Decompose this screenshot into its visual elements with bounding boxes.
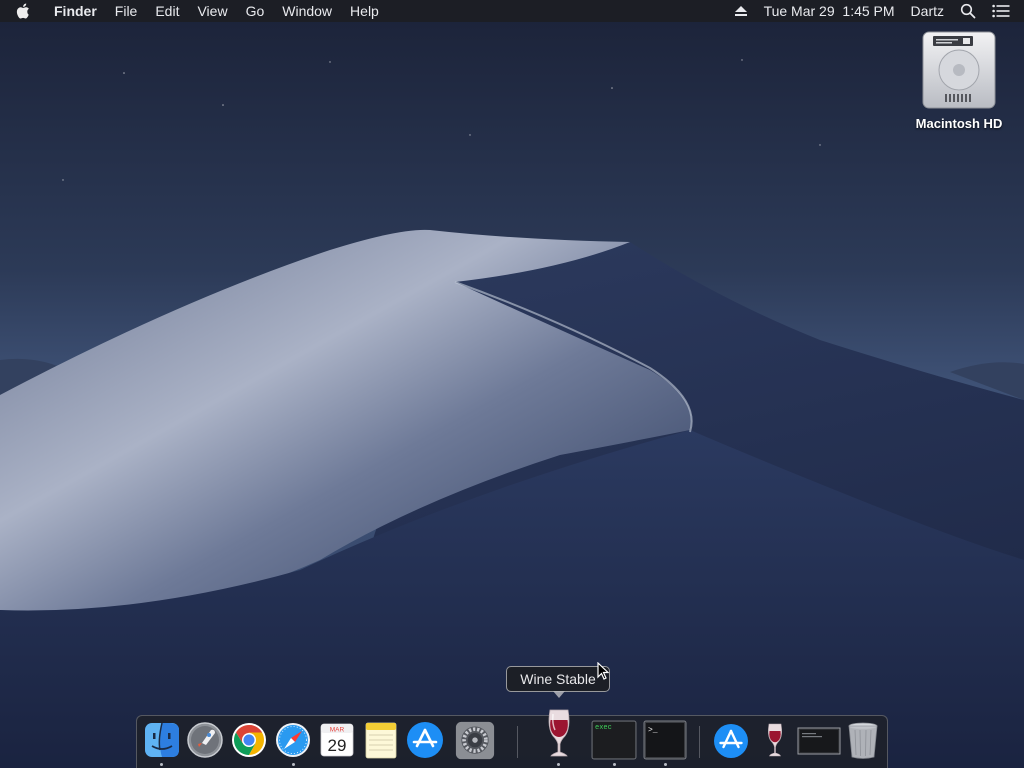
calendar-month: MAR	[330, 727, 345, 734]
menu-user[interactable]: Dartz	[903, 0, 952, 22]
dock-item-terminal[interactable]: >_	[643, 720, 687, 762]
dock-item-wine[interactable]	[755, 720, 795, 762]
dock-running-indicator	[613, 763, 616, 766]
trash-icon	[848, 722, 878, 759]
terminal-icon: >_	[643, 720, 687, 760]
window-preview-icon	[797, 727, 841, 755]
dock-running-indicator	[292, 763, 295, 766]
eject-icon[interactable]	[726, 0, 756, 22]
desktop-wallpaper	[0, 0, 1024, 768]
dock-tooltip: Wine Stable	[506, 666, 610, 698]
notification-center-icon[interactable]	[984, 0, 1024, 22]
app-store-icon	[714, 724, 748, 758]
menu-window[interactable]: Window	[273, 0, 341, 22]
chrome-icon	[232, 723, 266, 757]
desktop-icon-label: Macintosh HD	[915, 116, 1003, 131]
spotlight-search-icon[interactable]	[952, 0, 984, 22]
dock-item-app-store[interactable]	[405, 720, 445, 762]
dock-item-trash[interactable]	[843, 720, 883, 762]
dock-separator	[699, 726, 700, 758]
menu-clock[interactable]: Tue Mar 29 1:45 PM	[756, 0, 903, 22]
dock-item-app-store-folder[interactable]	[711, 720, 751, 762]
menu-go[interactable]: Go	[237, 0, 274, 22]
system-preferences-icon	[455, 721, 495, 760]
launchpad-icon	[187, 722, 223, 758]
dock: MAR 29 exec >_	[136, 709, 888, 768]
exec-terminal-icon: exec	[591, 720, 637, 760]
wine-icon	[768, 723, 782, 757]
dock-running-indicator	[557, 763, 560, 766]
dock-item-window-preview[interactable]	[797, 720, 841, 762]
dock-running-indicator	[664, 763, 667, 766]
dock-item-finder[interactable]	[142, 720, 182, 762]
menu-edit[interactable]: Edit	[146, 0, 188, 22]
calendar-day: 29	[328, 736, 347, 755]
notes-icon	[365, 722, 397, 759]
dock-item-safari[interactable]	[273, 720, 313, 762]
dock-item-calendar[interactable]: MAR 29	[317, 720, 357, 762]
menu-view[interactable]: View	[188, 0, 236, 22]
exec-label: exec	[595, 724, 612, 732]
apple-logo-icon[interactable]	[0, 0, 46, 22]
hard-drive-icon	[922, 31, 996, 109]
finder-icon	[145, 722, 179, 757]
menu-app-name[interactable]: Finder	[46, 0, 106, 22]
menu-file[interactable]: File	[106, 0, 147, 22]
menu-bar: Finder File Edit View Go Window Help Tue…	[0, 0, 1024, 22]
dock-item-wine-stable[interactable]	[538, 706, 580, 762]
terminal-prompt: >_	[648, 726, 658, 735]
calendar-icon: MAR 29	[320, 723, 354, 757]
dock-running-indicator	[160, 763, 163, 766]
dock-item-launchpad[interactable]	[185, 720, 225, 762]
dock-running-indicator	[203, 763, 206, 766]
wine-icon	[548, 709, 570, 757]
dock-item-system-preferences[interactable]	[455, 720, 495, 762]
dock-item-notes[interactable]	[361, 720, 401, 762]
dock-separator	[517, 726, 518, 758]
app-store-icon	[407, 722, 443, 758]
safari-icon	[276, 723, 310, 757]
dock-item-chrome[interactable]	[229, 720, 269, 762]
mouse-cursor-icon	[597, 662, 610, 680]
dock-item-exec[interactable]: exec	[591, 720, 637, 762]
menu-help[interactable]: Help	[341, 0, 388, 22]
desktop-icon-macintosh-hd[interactable]: Macintosh HD	[904, 30, 1014, 131]
